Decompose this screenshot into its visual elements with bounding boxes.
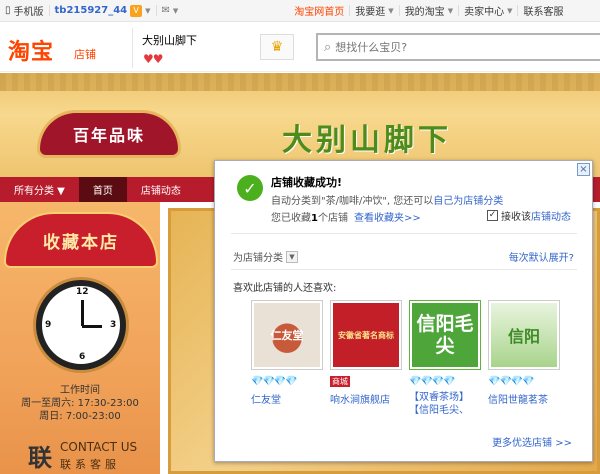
recommended-shops: 仁友堂 💎💎💎💎 仁友堂 安徽省著名商标 商城 响水涧旗舰店 信阳毛尖 💎💎💎💎… — [251, 300, 567, 417]
heart-rating-icon: ♥♥ — [143, 52, 163, 66]
shop-card[interactable]: 安徽省著名商标 商城 响水涧旗舰店 — [330, 300, 402, 417]
shop-card[interactable]: 信阳毛尖 💎💎💎💎 【双睿茶场】【信阳毛尖、 — [409, 300, 481, 417]
mall-badge-row: 商城 — [330, 374, 402, 388]
search-box[interactable]: ⌕ — [316, 33, 600, 61]
mobile-link[interactable]: ▯ 手机版 — [0, 0, 49, 22]
vip-badge: V — [130, 4, 143, 17]
shop-name-link[interactable]: 【双睿茶场】【信阳毛尖、 — [409, 391, 481, 417]
shop-thumb-text: 信阳毛尖 — [412, 303, 478, 367]
shop-header: 淘宝 店铺 大别山脚下 ♥♥ ♛ ⌕ — [0, 22, 600, 72]
dialog-title: 店铺收藏成功! — [271, 176, 343, 189]
mall-badge: 商城 — [330, 375, 350, 387]
classify-label: 为店铺分类 — [233, 253, 283, 264]
divider — [132, 28, 133, 68]
shop-thumbnail[interactable]: 仁友堂 — [251, 300, 323, 370]
shop-news-link[interactable]: 店铺动态 — [531, 208, 571, 223]
divider — [231, 269, 577, 270]
work-time-label: 工作时间 — [60, 385, 100, 396]
default-expand-link[interactable]: 每次默认展开? — [509, 249, 574, 264]
contact-char: 联 — [28, 443, 52, 472]
clock-minute-hand — [81, 300, 84, 326]
view-favorites-link[interactable]: 查看收藏夹>> — [354, 213, 421, 224]
auto-category-pre: 自动分类到"茶/咖啡/冲饮", 您还可以 — [271, 196, 434, 207]
buy-menu[interactable]: 我要逛 ▼ — [350, 0, 398, 22]
shop-card[interactable]: 信阳 💎💎💎💎 信阳世龍茗茶 — [488, 300, 560, 417]
chevron-down-icon: ▼ — [388, 6, 394, 15]
username[interactable]: tb215927_44 — [55, 5, 128, 16]
shop-name-link[interactable]: 响水涧旗舰店 — [330, 391, 402, 406]
nav-home[interactable]: 首页 — [78, 177, 127, 202]
auto-category-text: 自动分类到"茶/咖啡/冲饮", 您还可以自己为店铺分类 — [271, 192, 503, 207]
chevron-down-icon: ▼ — [145, 6, 151, 15]
shop-thumb-text: 信阳 — [491, 303, 557, 367]
chevron-down-icon: ▼ — [286, 250, 298, 263]
nav-shop-news[interactable]: 店铺动态 — [127, 177, 195, 202]
receive-news-option[interactable]: ✓ 接收该 店铺动态 — [487, 208, 571, 223]
more-shops-link[interactable]: 更多优选店铺 >> — [492, 434, 572, 449]
search-icon: ⌕ — [324, 39, 332, 55]
clock-icon: 12 3 6 9 — [36, 280, 126, 370]
my-taobao-label: 我的淘宝 — [404, 7, 445, 18]
work-time: 工作时间 周一至周六: 17:30-23:00 周日: 7:00-23:00 — [0, 384, 160, 423]
taobao-home-link[interactable]: 淘宝网首页 — [289, 0, 349, 22]
close-button[interactable]: × — [577, 163, 590, 176]
my-taobao-menu[interactable]: 我的淘宝 ▼ — [400, 0, 458, 22]
left-sidebar: 收藏本店 12 3 6 9 工作时间 周一至周六: 17:30-23:00 周日… — [0, 202, 160, 474]
fav-count-post: 个店铺 — [317, 213, 348, 224]
diamond-rating-icon: 💎💎💎💎 — [488, 375, 535, 387]
mail-menu[interactable]: ✉ ▼ — [157, 0, 184, 22]
mail-icon: ✉ — [161, 5, 170, 16]
nav-all-categories[interactable]: 所有分类 ▼ — [0, 177, 79, 202]
chevron-down-icon: ▼ — [172, 6, 179, 15]
contact-en: CONTACT US — [60, 440, 138, 454]
user-menu[interactable]: tb215927_44 V ▼ — [50, 0, 156, 22]
collect-shop-badge[interactable]: 收藏本店 — [6, 214, 156, 266]
fav-count-pre: 您已收藏 — [271, 213, 311, 224]
taobao-logo[interactable]: 淘宝 — [8, 34, 54, 66]
classify-shop-dropdown[interactable]: 为店铺分类 ▼ — [233, 249, 298, 264]
fav-count: 1 — [311, 213, 318, 224]
diamond-rating-icon: 💎💎💎💎 — [409, 375, 456, 387]
shop-name[interactable]: 大别山脚下 — [142, 32, 197, 48]
phone-icon: ▯ — [5, 5, 11, 16]
shop-badge-icon[interactable]: ♛ — [260, 34, 294, 60]
seller-center-label: 卖家中心 — [464, 7, 505, 18]
mobile-label: 手机版 — [13, 7, 44, 18]
shop-thumb-text: 安徽省著名商标 — [333, 303, 399, 367]
also-like-title: 喜欢此店铺的人还喜欢: — [233, 283, 337, 294]
contact-cn: 联系客服 — [60, 458, 120, 471]
receive-news-checkbox[interactable]: ✓ — [487, 210, 498, 221]
search-input[interactable] — [335, 40, 576, 54]
fav-count-text: 您已收藏1个店铺 查看收藏夹>> — [271, 209, 421, 224]
shop-thumbnail[interactable]: 安徽省著名商标 — [330, 300, 402, 370]
contact-service-link[interactable]: 联系客服 — [518, 0, 568, 22]
work-time-sunday: 周日: 7:00-23:00 — [39, 411, 121, 422]
clock-hour-hand — [82, 325, 102, 328]
receive-news-label: 接收该 — [501, 212, 531, 223]
buy-label: 我要逛 — [355, 7, 386, 18]
shop-name-link[interactable]: 信阳世龍茗茶 — [488, 391, 560, 406]
shop-card[interactable]: 仁友堂 💎💎💎💎 仁友堂 — [251, 300, 323, 417]
site-topbar: ▯ 手机版 tb215927_44 V ▼ ✉ ▼ 淘宝网首页 我要逛 ▼ 我的淘宝 ▼ 卖… — [0, 0, 600, 22]
seller-center-menu[interactable]: 卖家中心 ▼ — [459, 0, 517, 22]
banner-stripe — [0, 73, 600, 91]
custom-category-link[interactable]: 自己为店铺分类 — [433, 196, 503, 207]
shop-thumbnail[interactable]: 信阳毛尖 — [409, 300, 481, 370]
divider — [231, 233, 577, 234]
banner-badge: 百年品味 — [40, 113, 178, 155]
banner-title: 大别山脚下 — [282, 123, 452, 158]
success-check-icon: ✓ — [237, 175, 263, 201]
shop-thumb-text: 仁友堂 — [254, 303, 320, 367]
chevron-down-icon: ▼ — [447, 6, 454, 15]
chevron-down-icon: ▼ — [507, 6, 513, 15]
diamond-rating-icon: 💎💎💎💎 — [251, 375, 298, 387]
logo-subtitle: 店铺 — [74, 48, 96, 61]
shop-thumbnail[interactable]: 信阳 — [488, 300, 560, 370]
shop-name-link[interactable]: 仁友堂 — [251, 391, 323, 406]
work-time-weekday: 周一至周六: 17:30-23:00 — [21, 398, 139, 409]
favorite-success-dialog: × ✓ 店铺收藏成功! 自动分类到"茶/咖啡/冲饮", 您还可以自己为店铺分类 … — [214, 160, 593, 462]
